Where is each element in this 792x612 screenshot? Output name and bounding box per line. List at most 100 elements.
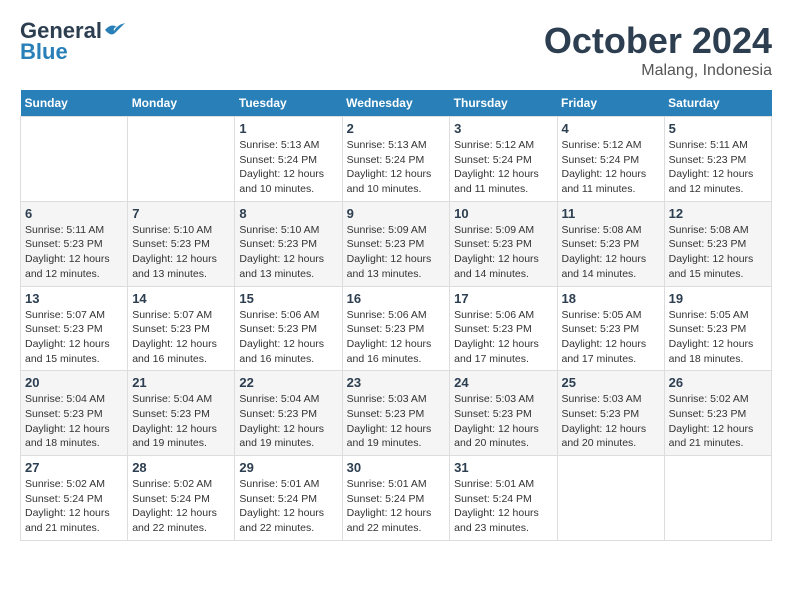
day-number: 5 <box>669 121 767 136</box>
day-info: Sunrise: 5:02 AM Sunset: 5:24 PM Dayligh… <box>132 477 230 536</box>
calendar-cell: 29Sunrise: 5:01 AM Sunset: 5:24 PM Dayli… <box>235 456 342 541</box>
logo: General Blue <box>20 20 125 63</box>
day-number: 17 <box>454 291 552 306</box>
calendar-cell: 9 Sunrise: 5:09 AM Sunset: 5:23 PM Daylig… <box>342 201 450 286</box>
calendar-cell: 30 Sunrise: 5:01 AM Sunset: 5:24 PM Dayli… <box>342 456 450 541</box>
day-number: 26 <box>669 375 767 390</box>
day-info: Sunrise: 5:06 AM Sunset: 5:23 PM Dayligh… <box>239 308 337 367</box>
header-day-wednesday: Wednesday <box>342 90 450 117</box>
header-day-tuesday: Tuesday <box>235 90 342 117</box>
day-number: 30 <box>347 460 446 475</box>
day-number: 4 <box>562 121 660 136</box>
month-year: October 2024 <box>544 20 772 62</box>
day-number: 24 <box>454 375 552 390</box>
calendar-cell: 3Sunrise: 5:12 AM Sunset: 5:24 PM Daylig… <box>450 117 557 202</box>
calendar-cell: 5 Sunrise: 5:11 AM Sunset: 5:23 PM Daylig… <box>664 117 771 202</box>
day-number: 12 <box>669 206 767 221</box>
calendar-cell: 27 Sunrise: 5:02 AM Sunset: 5:24 PM Dayli… <box>21 456 128 541</box>
day-info: Sunrise: 5:04 AM Sunset: 5:23 PM Dayligh… <box>25 392 123 451</box>
header-day-saturday: Saturday <box>664 90 771 117</box>
calendar-cell: 17 Sunrise: 5:06 AM Sunset: 5:23 PM Dayli… <box>450 286 557 371</box>
calendar-cell: 16 Sunrise: 5:06 AM Sunset: 5:23 PM Dayli… <box>342 286 450 371</box>
calendar-cell: 10 Sunrise: 5:09 AM Sunset: 5:23 PM Dayli… <box>450 201 557 286</box>
day-info: Sunrise: 5:09 AM Sunset: 5:23 PM Dayligh… <box>454 223 552 282</box>
page-header: General Blue October 2024 Malang, Indone… <box>20 20 772 80</box>
day-number: 15 <box>239 291 337 306</box>
day-number: 16 <box>347 291 446 306</box>
calendar-cell <box>128 117 235 202</box>
day-number: 10 <box>454 206 552 221</box>
day-info: Sunrise: 5:02 AM Sunset: 5:23 PM Dayligh… <box>669 392 767 451</box>
day-number: 14 <box>132 291 230 306</box>
day-info: Sunrise: 5:06 AM Sunset: 5:23 PM Dayligh… <box>347 308 446 367</box>
day-info: Sunrise: 5:04 AM Sunset: 5:23 PM Dayligh… <box>132 392 230 451</box>
day-info: Sunrise: 5:04 AM Sunset: 5:23 PM Dayligh… <box>239 392 337 451</box>
calendar-cell: 12 Sunrise: 5:08 AM Sunset: 5:23 PM Dayli… <box>664 201 771 286</box>
calendar-body: 1 Sunrise: 5:13 AM Sunset: 5:24 PM Daylig… <box>21 117 772 541</box>
day-info: Sunrise: 5:08 AM Sunset: 5:23 PM Dayligh… <box>669 223 767 282</box>
header-day-sunday: Sunday <box>21 90 128 117</box>
week-row-4: 20 Sunrise: 5:04 AM Sunset: 5:23 PM Dayli… <box>21 371 772 456</box>
logo-blue-text: Blue <box>20 41 68 63</box>
week-row-1: 1 Sunrise: 5:13 AM Sunset: 5:24 PM Daylig… <box>21 117 772 202</box>
calendar-cell: 19 Sunrise: 5:05 AM Sunset: 5:23 PM Dayli… <box>664 286 771 371</box>
header-day-monday: Monday <box>128 90 235 117</box>
day-info: Sunrise: 5:11 AM Sunset: 5:23 PM Dayligh… <box>25 223 123 282</box>
calendar-cell <box>664 456 771 541</box>
calendar-cell: 26 Sunrise: 5:02 AM Sunset: 5:23 PM Dayli… <box>664 371 771 456</box>
calendar-cell: 25 Sunrise: 5:03 AM Sunset: 5:23 PM Dayli… <box>557 371 664 456</box>
calendar-cell: 6 Sunrise: 5:11 AM Sunset: 5:23 PM Daylig… <box>21 201 128 286</box>
calendar-cell: 31 Sunrise: 5:01 AM Sunset: 5:24 PM Dayli… <box>450 456 557 541</box>
day-info: Sunrise: 5:07 AM Sunset: 5:23 PM Dayligh… <box>25 308 123 367</box>
month-title: October 2024 Malang, Indonesia <box>544 20 772 80</box>
day-info: Sunrise: 5:10 AM Sunset: 5:23 PM Dayligh… <box>239 223 337 282</box>
day-info: Sunrise: 5:02 AM Sunset: 5:24 PM Dayligh… <box>25 477 123 536</box>
day-number: 28 <box>132 460 230 475</box>
day-info: Sunrise: 5:05 AM Sunset: 5:23 PM Dayligh… <box>562 308 660 367</box>
header-row: SundayMondayTuesdayWednesdayThursdayFrid… <box>21 90 772 117</box>
day-info: Sunrise: 5:01 AM Sunset: 5:24 PM Dayligh… <box>454 477 552 536</box>
calendar-cell <box>21 117 128 202</box>
day-number: 7 <box>132 206 230 221</box>
calendar-cell: 20 Sunrise: 5:04 AM Sunset: 5:23 PM Dayli… <box>21 371 128 456</box>
day-number: 25 <box>562 375 660 390</box>
day-number: 18 <box>562 291 660 306</box>
calendar-cell: 14Sunrise: 5:07 AM Sunset: 5:23 PM Dayli… <box>128 286 235 371</box>
day-number: 11 <box>562 206 660 221</box>
day-info: Sunrise: 5:13 AM Sunset: 5:24 PM Dayligh… <box>239 138 337 197</box>
day-info: Sunrise: 5:01 AM Sunset: 5:24 PM Dayligh… <box>347 477 446 536</box>
day-number: 20 <box>25 375 123 390</box>
day-number: 22 <box>239 375 337 390</box>
week-row-2: 6 Sunrise: 5:11 AM Sunset: 5:23 PM Daylig… <box>21 201 772 286</box>
day-info: Sunrise: 5:05 AM Sunset: 5:23 PM Dayligh… <box>669 308 767 367</box>
day-number: 1 <box>239 121 337 136</box>
header-day-friday: Friday <box>557 90 664 117</box>
header-day-thursday: Thursday <box>450 90 557 117</box>
calendar-cell: 1 Sunrise: 5:13 AM Sunset: 5:24 PM Daylig… <box>235 117 342 202</box>
day-number: 31 <box>454 460 552 475</box>
calendar-header: SundayMondayTuesdayWednesdayThursdayFrid… <box>21 90 772 117</box>
day-info: Sunrise: 5:06 AM Sunset: 5:23 PM Dayligh… <box>454 308 552 367</box>
day-number: 19 <box>669 291 767 306</box>
calendar-cell: 11Sunrise: 5:08 AM Sunset: 5:23 PM Dayli… <box>557 201 664 286</box>
location: Malang, Indonesia <box>544 62 772 80</box>
day-info: Sunrise: 5:03 AM Sunset: 5:23 PM Dayligh… <box>562 392 660 451</box>
calendar-cell: 23Sunrise: 5:03 AM Sunset: 5:23 PM Dayli… <box>342 371 450 456</box>
calendar-cell: 28 Sunrise: 5:02 AM Sunset: 5:24 PM Dayli… <box>128 456 235 541</box>
calendar-cell: 4 Sunrise: 5:12 AM Sunset: 5:24 PM Daylig… <box>557 117 664 202</box>
day-info: Sunrise: 5:09 AM Sunset: 5:23 PM Dayligh… <box>347 223 446 282</box>
calendar-cell: 7Sunrise: 5:10 AM Sunset: 5:23 PM Daylig… <box>128 201 235 286</box>
day-number: 9 <box>347 206 446 221</box>
day-info: Sunrise: 5:12 AM Sunset: 5:24 PM Dayligh… <box>562 138 660 197</box>
calendar-cell <box>557 456 664 541</box>
calendar-cell: 13Sunrise: 5:07 AM Sunset: 5:23 PM Dayli… <box>21 286 128 371</box>
day-info: Sunrise: 5:03 AM Sunset: 5:23 PM Dayligh… <box>347 392 446 451</box>
day-info: Sunrise: 5:01 AM Sunset: 5:24 PM Dayligh… <box>239 477 337 536</box>
day-number: 6 <box>25 206 123 221</box>
calendar-cell: 21Sunrise: 5:04 AM Sunset: 5:23 PM Dayli… <box>128 371 235 456</box>
day-number: 8 <box>239 206 337 221</box>
day-info: Sunrise: 5:11 AM Sunset: 5:23 PM Dayligh… <box>669 138 767 197</box>
day-info: Sunrise: 5:13 AM Sunset: 5:24 PM Dayligh… <box>347 138 446 197</box>
day-number: 27 <box>25 460 123 475</box>
day-info: Sunrise: 5:03 AM Sunset: 5:23 PM Dayligh… <box>454 392 552 451</box>
